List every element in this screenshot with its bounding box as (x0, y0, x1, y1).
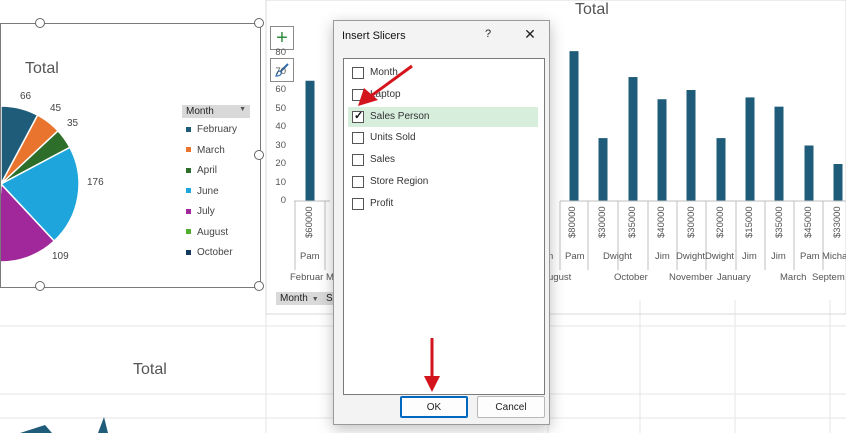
annotation-arrows (358, 64, 440, 392)
